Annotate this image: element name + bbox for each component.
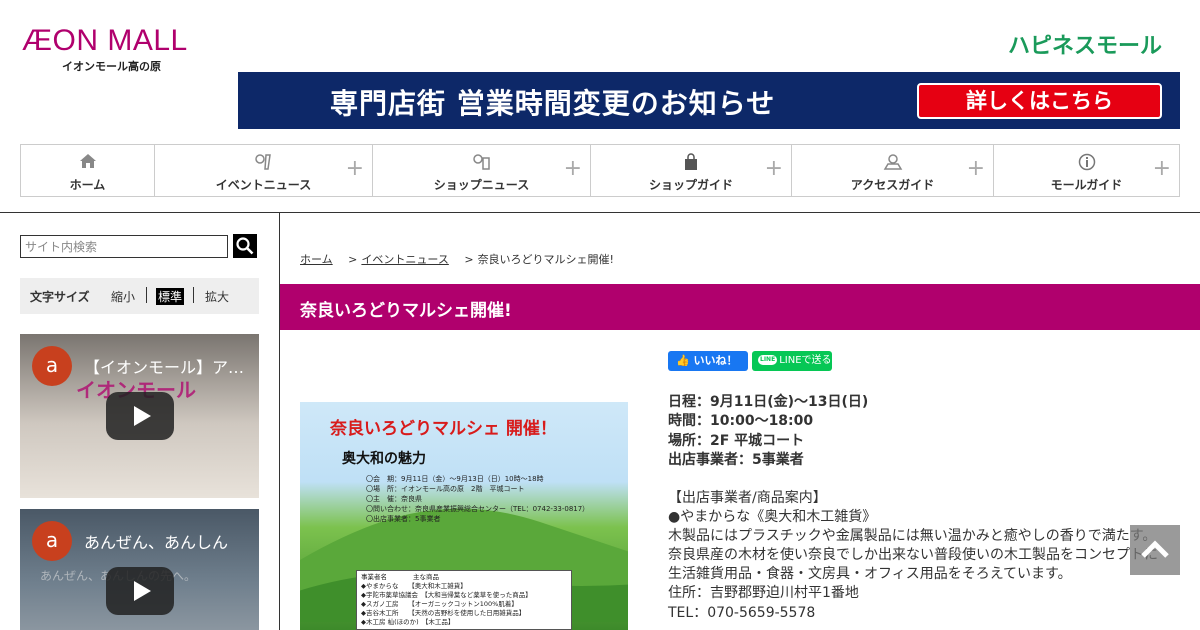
shopping-bag-icon [591, 153, 791, 175]
shop-news-icon [373, 153, 590, 175]
flyer-table-row: ◆木工房 杣(ほのか) 【木工品】 [361, 618, 455, 626]
body-paragraph: 住所：吉野郡野迫川村平1番地 [668, 585, 859, 602]
article-title-bar: 奈良いろどりマルシェ開催! [280, 284, 1200, 330]
youtube-video-app[interactable]: イオンモール a 【イオンモール】アプリ [20, 334, 259, 498]
nav-event-news[interactable]: イベントニュース + [155, 145, 373, 196]
nav-label: ショップニュース [433, 178, 530, 192]
play-icon[interactable] [106, 392, 174, 440]
nav-shop-guide[interactable]: ショップガイド + [591, 145, 792, 196]
nav-label: モールガイド [1050, 178, 1123, 192]
font-size-normal[interactable]: 標準 [156, 288, 185, 305]
breadcrumb-current: 奈良いろどりマルシェ開催! [477, 253, 614, 266]
line-label: LINEで送る [779, 355, 832, 366]
happiness-mall-logo[interactable]: ハピネスモール [1008, 28, 1162, 60]
event-vendors: 出店事業者：5事業者 [668, 451, 804, 468]
back-to-top-button[interactable] [1130, 525, 1180, 575]
font-size-control: 文字サイズ 縮小 標準 拡大 [20, 278, 259, 314]
separator [193, 287, 194, 303]
breadcrumb-home[interactable]: ホーム [300, 253, 333, 266]
breadcrumb-separator: > [464, 253, 474, 266]
video-title[interactable]: 【イオンモール】アプリ [84, 354, 254, 378]
header-divider [0, 212, 1200, 213]
flyer-title: 奈良いろどりマルシェ 開催！ [330, 419, 557, 439]
breadcrumb: ホーム > イベントニュース > 奈良いろどりマルシェ開催! [300, 251, 614, 267]
nav-mall-guide[interactable]: モールガイド + [994, 145, 1179, 196]
nav-label: ホーム [69, 178, 106, 192]
chevron-up-icon [1141, 540, 1169, 558]
line-icon: LINE [758, 355, 778, 365]
nav-label: アクセスガイド [850, 178, 935, 192]
flyer-table-row: ◆吉谷木工所 【天然の吉野杉を使用した日用雑貨品】 [361, 609, 526, 617]
event-icon [155, 153, 372, 175]
search-icon [236, 237, 254, 255]
banner-text: 専門店街 営業時間変更のお知らせ [330, 87, 776, 120]
event-time: 時間：10:00～18:00 [668, 413, 814, 430]
nav-label: イベントニュース [215, 178, 312, 192]
logo-main-text: ÆON MALL [22, 24, 188, 57]
nav-access-guide[interactable]: アクセスガイド + [792, 145, 994, 196]
youtube-video-safety[interactable]: あんぜん、あんしんの先へ。 a あんぜん、あんしん [20, 509, 259, 630]
flyer-subtitle: 奥大和の魅力 [342, 451, 426, 467]
home-icon [21, 153, 154, 173]
event-date: 日程：9月11日(金)～13日(日) [668, 394, 869, 410]
channel-avatar[interactable]: a [32, 521, 72, 561]
banner-details-button[interactable]: 詳しくはこちら [917, 83, 1162, 119]
sidebar-divider [279, 212, 280, 630]
plus-icon[interactable]: + [765, 158, 783, 180]
flyer-table-row: ◆やまからな 【奥大和木工雑貨】 [361, 582, 467, 590]
body-paragraph: ●やまからな《奥大和木工雑貨》 [668, 509, 877, 526]
play-icon[interactable] [106, 567, 174, 615]
logo-sub-text: イオンモール高の原 [62, 60, 161, 73]
thumbs-up-icon: 👍 [676, 354, 690, 367]
nav-label: ショップガイド [648, 178, 733, 192]
flyer-vendor-table: 事業者名 主な商品 ◆やまからな 【奥大和木工雑貨】 ◆宇陀市薬草協議会 【大和… [356, 570, 572, 630]
article-body: 【出店事業者/商品案内】 ●やまからな《奥大和木工雑貨》 木製品にはプラスチック… [668, 489, 1164, 623]
event-place: 場所：2F 平城コート [668, 432, 805, 449]
video-title[interactable]: あんぜん、あんしん [84, 529, 254, 553]
flyer-table-row: 事業者名 主な商品 [361, 573, 439, 581]
font-size-small[interactable]: 縮小 [111, 288, 135, 305]
nav-home[interactable]: ホーム [21, 145, 155, 196]
aeon-mall-logo[interactable]: ÆON MALL イオンモール高の原 [22, 26, 212, 76]
breadcrumb-separator: > [348, 253, 358, 266]
event-flyer-image[interactable]: 奈良いろどりマルシェ 開催！ 奥大和の魅力 〇会 期：9月11日（金）～9月13… [300, 402, 628, 630]
nav-shop-news[interactable]: ショップニュース + [373, 145, 591, 196]
flyer-info: 〇会 期：9月11日（金）～9月13日（日）10時～18時 〇場 所：イオンモー… [366, 474, 589, 524]
flyer-line: 〇主 催：奈良県 [366, 495, 422, 503]
event-info: 日程：9月11日(金)～13日(日) 時間：10:00～18:00 場所：2F … [668, 393, 868, 470]
separator [146, 287, 147, 303]
font-size-large[interactable]: 拡大 [205, 288, 229, 305]
search-button[interactable] [233, 234, 257, 258]
plus-icon[interactable]: + [564, 158, 582, 180]
line-share-button[interactable]: LINE LINEで送る [752, 351, 832, 371]
flyer-table-row: ◆宇陀市薬草協議会 【大和当帰葉など薬草を使った商品】 [361, 591, 532, 599]
map-pin-icon [792, 153, 993, 175]
flyer-table-row: ◆スガノ工房 【オーガニックコットン100%肌着】 [361, 600, 518, 608]
global-nav: ホーム イベントニュース + ショップニュース + ショップガイド + アクセス… [20, 144, 1180, 197]
like-label: いいね！ [693, 354, 738, 367]
body-paragraph: 木製品にはプラスチックや金属製品には無い温かみと癒やしの香りで満たす。 [668, 528, 1157, 545]
body-paragraph: 【出店事業者/商品案内】 [668, 490, 827, 506]
flyer-line: 〇出店事業者：5事業者 [366, 515, 441, 523]
breadcrumb-event-news[interactable]: イベントニュース [361, 253, 448, 266]
plus-icon[interactable]: + [967, 158, 985, 180]
info-icon [994, 153, 1179, 175]
body-paragraph: 奈良県産の木材を使い奈良でしか出来ない普段使いの木工製品をコンセプトに生活雑貨用… [668, 547, 1158, 583]
hours-change-banner[interactable]: 専門店街 営業時間変更のお知らせ 詳しくはこちら [238, 72, 1180, 129]
flyer-line: 〇会 期：9月11日（金）～9月13日（日）10時～18時 [366, 475, 544, 483]
plus-icon[interactable]: + [1153, 158, 1171, 180]
channel-avatar[interactable]: a [32, 346, 72, 386]
facebook-like-button[interactable]: 👍 いいね！ [668, 351, 748, 371]
body-paragraph: TEL：070-5659-5578 [668, 604, 816, 621]
font-size-label: 文字サイズ [30, 290, 90, 304]
flyer-line: 〇場 所：イオンモール高の原 2階 平城コート [366, 485, 525, 493]
site-search-input[interactable] [20, 235, 228, 258]
flyer-line: 〇問い合わせ：奈良県産業振興総合センター（TEL：0742-33-0817） [366, 505, 590, 513]
page-title: 奈良いろどりマルシェ開催! [300, 301, 512, 321]
plus-icon[interactable]: + [346, 158, 364, 180]
